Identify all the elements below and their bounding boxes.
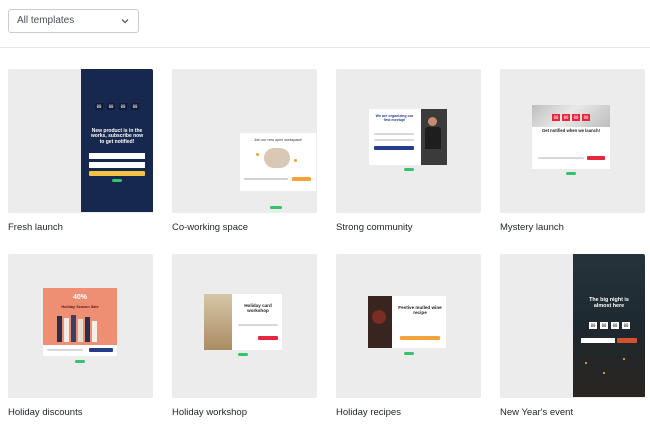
header-image <box>532 105 610 127</box>
input-preview <box>374 133 414 135</box>
countdown-digit: 00 <box>611 322 619 329</box>
popup-preview: Join our new open workspace! <box>240 133 316 191</box>
email-field-preview <box>89 153 145 159</box>
cta-preview <box>374 146 414 150</box>
countdown-digit: 00 <box>562 114 570 121</box>
discount-percent: 40% <box>72 294 87 301</box>
popup-preview: Festive mulled wine recipe <box>368 296 446 348</box>
countdown-digit: 00 <box>589 322 597 329</box>
countdown-digit: 00 <box>552 114 560 121</box>
badge-preview <box>404 168 414 171</box>
popup-headline: The big night is almost here <box>589 297 629 309</box>
countdown-digit: 00 <box>107 103 115 110</box>
template-thumbnail[interactable]: Festive mulled wine recipe <box>336 254 481 398</box>
template-category-value: All templates <box>17 15 75 26</box>
input-preview <box>238 324 278 326</box>
cta-preview <box>89 348 113 352</box>
template-thumbnail[interactable]: We are organizing our first meetup! <box>336 69 481 213</box>
popup-preview: The big night is almost here 00 00 00 00 <box>573 254 645 397</box>
workshop-photo <box>204 294 232 350</box>
popup-preview: 00 00 00 00 Get notified when we launch! <box>532 105 610 169</box>
cta-preview <box>617 338 637 343</box>
input-preview <box>538 157 584 159</box>
badge-preview <box>238 353 248 356</box>
badge-preview <box>75 360 85 363</box>
countdown-digit: 00 <box>622 322 630 329</box>
name-field-preview <box>89 162 145 168</box>
cta-preview <box>292 177 311 181</box>
template-thumbnail[interactable]: Holiday card workshop <box>172 254 317 398</box>
template-card-holiday-workshop[interactable]: Holiday card workshop Holiday workshop <box>172 254 317 418</box>
input-preview <box>581 338 615 343</box>
template-card-holiday-discounts[interactable]: 40% Holiday Season Sale Holiday discount… <box>8 254 153 418</box>
decor-dot <box>294 159 297 162</box>
template-thumbnail[interactable]: 00 00 00 00 Get notified when we launch! <box>500 69 645 213</box>
filter-bar: All templates <box>0 0 650 48</box>
popup-headline: Holiday card workshop <box>244 303 272 313</box>
template-title: Holiday discounts <box>8 407 83 418</box>
countdown-digit: 00 <box>582 114 590 121</box>
cta-preview <box>400 336 440 340</box>
template-title: Fresh launch <box>8 222 63 233</box>
cta-preview <box>587 156 605 160</box>
template-category-select[interactable]: All templates <box>8 9 139 33</box>
countdown-digit: 00 <box>131 103 139 110</box>
countdown-digit: 00 <box>600 322 608 329</box>
badge-preview <box>112 179 122 182</box>
template-card-mystery-launch[interactable]: 00 00 00 00 Get notified when we launch!… <box>500 69 645 233</box>
input-preview <box>47 349 83 351</box>
badge-preview <box>270 206 282 209</box>
template-card-co-working-space[interactable]: Join our new open workspace! Co-working … <box>172 69 317 233</box>
chevron-down-icon <box>121 19 129 24</box>
popup-headline: Holiday Season Sale <box>61 305 99 309</box>
template-thumbnail[interactable]: Join our new open workspace! <box>172 69 317 213</box>
cta-preview <box>258 336 278 340</box>
template-title: Strong community <box>336 222 413 233</box>
popup-preview: We are organizing our first meetup! <box>369 109 447 165</box>
template-title: Holiday recipes <box>336 407 401 418</box>
popup-headline: Join our new open workspace! <box>253 138 303 142</box>
popup-headline: Festive mulled wine recipe <box>398 305 442 315</box>
popup-headline: New product is in the works, subscribe n… <box>90 128 144 145</box>
template-card-holiday-recipes[interactable]: Festive mulled wine recipe Holiday recip… <box>336 254 481 418</box>
recipe-photo <box>368 296 392 348</box>
template-card-new-years-event[interactable]: The big night is almost here 00 00 00 00… <box>500 254 645 418</box>
countdown-digit: 00 <box>95 103 103 110</box>
template-title: New Year's event <box>500 407 574 418</box>
meetup-photo <box>421 109 447 165</box>
popup-preview: Holiday card workshop <box>204 294 282 350</box>
decor-dot <box>256 153 259 156</box>
input-preview <box>244 178 288 180</box>
countdown-digit: 00 <box>572 114 580 121</box>
template-thumbnail[interactable]: 00 00 00 00 New product is in the works,… <box>8 69 153 213</box>
popup-preview: 40% Holiday Season Sale <box>43 288 117 356</box>
template-title: Co-working space <box>172 222 249 233</box>
template-thumbnail[interactable]: 40% Holiday Season Sale <box>8 254 153 398</box>
popup-headline: Get notified when we launch! <box>542 128 600 133</box>
template-card-fresh-launch[interactable]: 00 00 00 00 New product is in the works,… <box>8 69 153 233</box>
badge-preview <box>566 172 576 175</box>
template-card-strong-community[interactable]: We are organizing our first meetup! Stro… <box>336 69 481 233</box>
subscribe-button-preview <box>89 171 145 176</box>
template-thumbnail[interactable]: The big night is almost here 00 00 00 00 <box>500 254 645 398</box>
badge-preview <box>404 352 414 355</box>
countdown-digit: 00 <box>119 103 127 110</box>
popup-preview: 00 00 00 00 New product is in the works,… <box>81 69 153 212</box>
input-preview <box>374 139 414 141</box>
popup-headline: We are organizing our first meetup! <box>375 114 414 122</box>
workspace-image <box>264 148 290 168</box>
template-title: Holiday workshop <box>172 407 247 418</box>
template-title: Mystery launch <box>500 222 564 233</box>
